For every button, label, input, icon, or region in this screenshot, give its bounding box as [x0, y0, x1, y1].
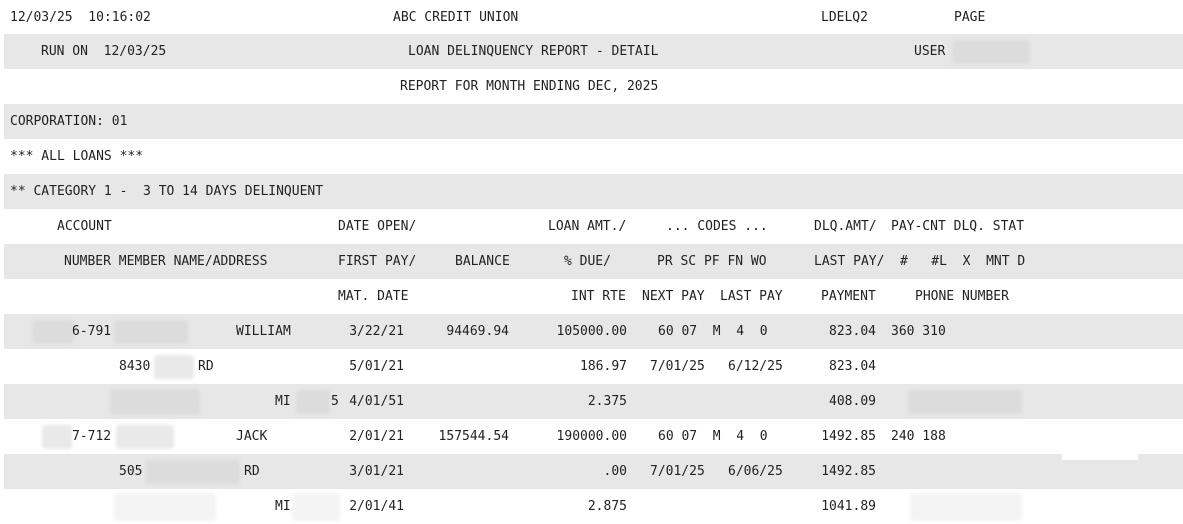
col-last-pay: LAST PAY/ [814, 254, 885, 269]
mat-date: 2/01/41 [349, 499, 404, 514]
row-gap-artifact [1062, 454, 1138, 460]
date-open: 2/01/21 [349, 429, 404, 444]
col-loan-amt: LOAN AMT./ [548, 219, 627, 234]
first-pay: 5/01/21 [349, 359, 404, 374]
all-loans-label: *** ALL LOANS *** [10, 149, 144, 164]
redacted-phone [910, 493, 1022, 521]
col-stat-fields: # #L X MNT D [900, 254, 1026, 269]
member-name: JACK [236, 429, 268, 444]
col-phone: PHONE NUMBER [915, 289, 1009, 304]
category-row: ** CATEGORY 1 - 3 TO 14 DAYS DELINQUENT [4, 174, 1183, 209]
category-label: ** CATEGORY 1 - 3 TO 14 DAYS DELINQUENT [10, 184, 324, 199]
redacted-surname [114, 320, 188, 344]
loan-amt: 190000.00 [556, 429, 627, 444]
redacted-account-prefix [42, 425, 72, 449]
corporation-row: CORPORATION: 01 [4, 104, 1183, 139]
col-payment: PAYMENT [821, 289, 876, 304]
col-last-pay-date: LAST PAY [720, 289, 783, 304]
last-pay-amt: 1492.85 [821, 464, 876, 479]
redacted-account-prefix [32, 320, 74, 344]
all-loans-row: *** ALL LOANS *** [4, 139, 1183, 174]
address-number: 8430 [119, 359, 151, 374]
int-rte: 2.875 [587, 499, 627, 514]
col-account: ACCOUNT [57, 219, 112, 234]
balance: 157544.54 [438, 429, 509, 444]
subtitle-row: REPORT FOR MONTH ENDING DEC, 2025 [4, 69, 1183, 104]
report-subtitle: REPORT FOR MONTH ENDING DEC, 2025 [400, 79, 659, 94]
state: MI [275, 499, 291, 514]
report-page: 12/03/25 10:16:02 ABC CREDIT UNION LDELQ… [0, 0, 1183, 522]
dlq-amt: 823.04 [829, 324, 876, 339]
redacted-street [146, 460, 240, 484]
col-mat-date: MAT. DATE [338, 289, 409, 304]
account-number: 7-712 [72, 429, 112, 444]
next-pay: 7/01/25 [650, 464, 705, 479]
phone-number: 240 188 [891, 429, 946, 444]
column-header-row-1: ACCOUNT DATE OPEN/ LOAN AMT./ ... CODES … [4, 209, 1183, 244]
state: MI [275, 394, 291, 409]
last-pay-date: 6/06/25 [728, 464, 783, 479]
redacted-city [114, 493, 216, 521]
record-1-line-1: 6-791 WILLIAM 3/22/21 94469.94 105000.00… [4, 314, 1183, 349]
mat-date: 4/01/51 [349, 394, 404, 409]
record-1-line-2: 8430 RD 5/01/21 186.97 7/01/25 6/12/25 8… [4, 349, 1183, 384]
redacted-user [952, 40, 1030, 64]
payment: 1041.89 [821, 499, 876, 514]
record-2-line-1: 7-712 JACK 2/01/21 157544.54 190000.00 6… [4, 419, 1183, 454]
record-2-line-2: 505 RD 3/01/21 .00 7/01/25 6/06/25 1492.… [4, 454, 1183, 489]
payment: 408.09 [829, 394, 876, 409]
street-suffix: RD [244, 464, 260, 479]
column-header-row-2: NUMBER MEMBER NAME/ADDRESS FIRST PAY/ BA… [4, 244, 1183, 279]
col-int-rte: INT RTE [571, 289, 626, 304]
col-dlq-amt: DLQ.AMT/ [814, 219, 877, 234]
balance: 94469.94 [446, 324, 509, 339]
redacted-street [154, 355, 194, 379]
record-1-line-3: MI 5 4/01/51 2.375 408.09 [4, 384, 1183, 419]
next-pay: 7/01/25 [650, 359, 705, 374]
last-pay-date: 6/12/25 [728, 359, 783, 374]
col-next-pay: NEXT PAY [642, 289, 705, 304]
col-pay-cnt: PAY-CNT DLQ. STAT [891, 219, 1025, 234]
col-date-open: DATE OPEN/ [338, 219, 417, 234]
corporation: CORPORATION: 01 [10, 114, 128, 129]
int-rte: 2.375 [587, 394, 627, 409]
member-name: WILLIAM [236, 324, 291, 339]
user-label: USER [914, 44, 946, 59]
report-datetime: 12/03/25 10:16:02 [10, 10, 151, 25]
run-on: RUN ON 12/03/25 [41, 44, 167, 59]
col-number-name: NUMBER MEMBER NAME/ADDRESS [64, 254, 268, 269]
program-id: LDELQ2 [821, 10, 868, 25]
pct-due: .00 [603, 464, 627, 479]
first-pay: 3/01/21 [349, 464, 404, 479]
redacted-phone [908, 390, 1022, 414]
col-pct-due: % DUE/ [564, 254, 611, 269]
codes: 60 07 M 4 0 [658, 324, 768, 339]
col-balance: BALANCE [455, 254, 510, 269]
page-label: PAGE [954, 10, 986, 25]
pct-due: 186.97 [580, 359, 627, 374]
column-header-row-3: MAT. DATE INT RTE NEXT PAY LAST PAY PAYM… [4, 279, 1183, 314]
record-2-line-3: MI 2/01/41 2.875 1041.89 [4, 489, 1183, 524]
street-suffix: RD [198, 359, 214, 374]
col-codes: ... CODES ... [666, 219, 768, 234]
codes: 60 07 M 4 0 [658, 429, 768, 444]
header-row-2: RUN ON 12/03/25 LOAN DELINQUENCY REPORT … [4, 34, 1183, 69]
loan-amt: 105000.00 [556, 324, 627, 339]
org-name: ABC CREDIT UNION [393, 10, 519, 25]
dlq-amt: 1492.85 [821, 429, 876, 444]
phone-number: 360 310 [891, 324, 946, 339]
address-number: 505 [119, 464, 143, 479]
last-pay-amt: 823.04 [829, 359, 876, 374]
report-title: LOAN DELINQUENCY REPORT - DETAIL [408, 44, 659, 59]
header-row-1: 12/03/25 10:16:02 ABC CREDIT UNION LDELQ… [4, 0, 1183, 35]
col-first-pay: FIRST PAY/ [338, 254, 417, 269]
redacted-surname [116, 425, 174, 449]
account-number: 6-791 [72, 324, 112, 339]
date-open: 3/22/21 [349, 324, 404, 339]
col-code-names: PR SC PF FN WO [657, 254, 767, 269]
redacted-city [110, 389, 200, 415]
